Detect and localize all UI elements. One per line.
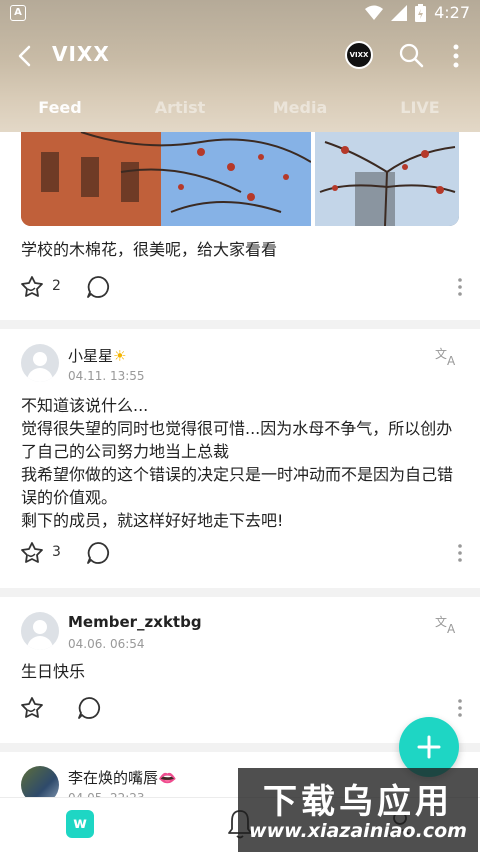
more-vert-icon[interactable]	[456, 277, 464, 297]
svg-text:A: A	[447, 354, 456, 366]
like-icon[interactable]	[18, 694, 46, 722]
post-text: 学校的木棉花，很美呢，给大家看看	[21, 240, 278, 259]
battery-icon	[415, 3, 427, 22]
app-notification-icon: A	[10, 5, 26, 21]
tab-live[interactable]: LIVE	[360, 92, 480, 128]
signal-icon	[391, 4, 408, 21]
status-time: 4:27	[434, 3, 470, 22]
avatar[interactable]	[21, 612, 59, 650]
search-icon[interactable]	[398, 42, 424, 68]
post-line: 误的价值观。	[21, 488, 118, 507]
author-name[interactable]: Member_zxktbg	[68, 613, 202, 631]
post-date: 04.06. 06:54	[68, 637, 145, 651]
more-vert-icon[interactable]	[456, 543, 464, 563]
watermark-title: 下载乌应用	[263, 782, 453, 822]
like-count: 3	[52, 544, 61, 560]
tab-feed[interactable]: Feed	[0, 92, 120, 128]
watermark-url: www.xiazainiao.com	[249, 820, 467, 842]
post-line: 觉得很失望的同时也觉得很可惜...因为水母不争气，所以创办	[21, 419, 453, 438]
post-photo[interactable]	[21, 132, 311, 226]
comment-icon[interactable]	[84, 273, 112, 301]
watermark: 下载乌应用 www.xiazainiao.com	[238, 768, 478, 852]
post-line: 我希望你做的这个错误的决定只是一时冲动而不是因为自己错	[21, 465, 454, 484]
post-photos[interactable]	[21, 132, 459, 226]
divider	[0, 588, 480, 597]
svg-text:A: A	[447, 622, 456, 634]
post-line: 不知道该说什么...	[21, 396, 149, 415]
header: A 4:27 VIXX VIXX Feed Artist Media LIVE	[0, 0, 480, 132]
artist-logo[interactable]: VIXX	[345, 41, 373, 69]
more-vert-icon[interactable]	[456, 698, 464, 718]
tab-bar: Feed Artist Media LIVE	[0, 92, 480, 128]
post-photo[interactable]	[315, 132, 459, 226]
like-icon[interactable]	[18, 273, 46, 301]
lips-emoji: 👄	[158, 769, 177, 787]
author-name-text: 小星星	[68, 347, 114, 365]
post-actions: 2	[18, 273, 468, 303]
sun-emoji: ☀	[113, 347, 127, 365]
avatar[interactable]	[21, 344, 59, 382]
post-actions: 3	[18, 539, 468, 569]
author-name-text: 李在焕的嘴唇	[68, 769, 159, 787]
svg-text:文: 文	[435, 346, 447, 361]
author-name[interactable]: 李在焕的嘴唇👄	[68, 767, 177, 788]
like-icon[interactable]	[18, 539, 46, 567]
tab-media[interactable]: Media	[240, 92, 360, 128]
back-icon[interactable]	[12, 42, 40, 70]
comment-icon[interactable]	[75, 694, 103, 722]
post-text: 生日快乐	[21, 662, 86, 681]
home-icon[interactable]: w	[66, 810, 94, 838]
wifi-icon	[365, 5, 384, 20]
page-title: VIXX	[52, 42, 110, 66]
like-count: 2	[52, 278, 61, 294]
comment-icon[interactable]	[84, 539, 112, 567]
post-line: 剩下的成员，就这样好好地走下去吧!	[21, 511, 284, 530]
status-bar: A 4:27	[0, 0, 480, 28]
author-name[interactable]: 小星星☀	[68, 345, 126, 366]
tab-artist[interactable]: Artist	[120, 92, 240, 128]
post-date: 04.11. 13:55	[68, 369, 145, 383]
translate-icon[interactable]: 文A	[435, 346, 461, 366]
post-text: 不知道该说什么... 觉得很失望的同时也觉得很可惜...因为水母不争气，所以创办…	[21, 394, 453, 532]
svg-text:文: 文	[435, 614, 447, 629]
post-line: 了自己的公司努力地当上总裁	[21, 442, 230, 461]
more-vert-icon[interactable]	[446, 42, 466, 70]
divider	[0, 320, 480, 329]
translate-icon[interactable]: 文A	[435, 614, 461, 634]
top-bar: VIXX VIXX	[0, 32, 480, 80]
